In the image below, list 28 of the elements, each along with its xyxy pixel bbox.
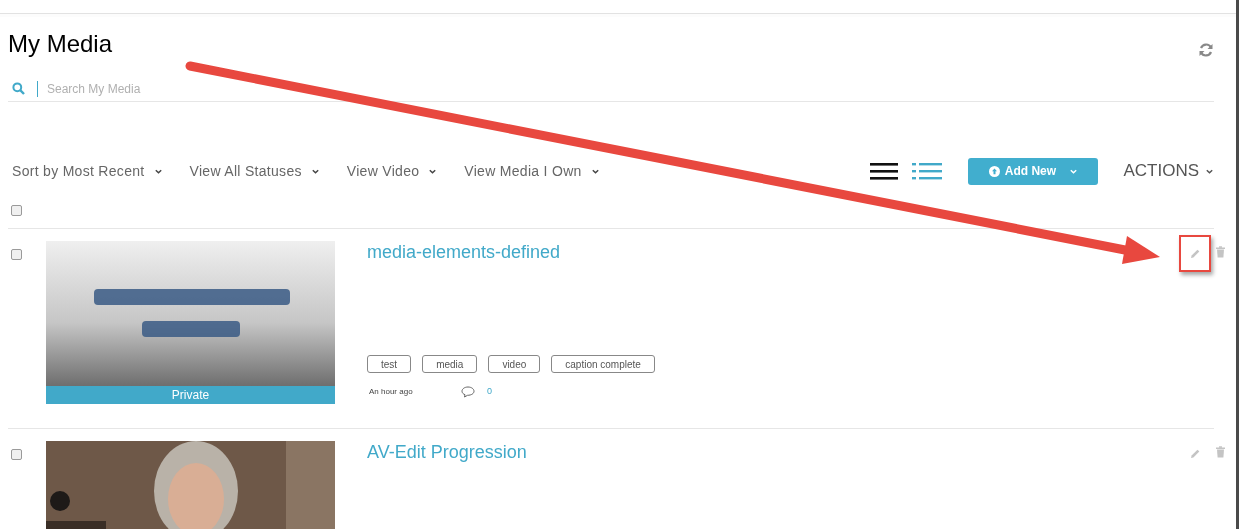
upload-icon xyxy=(988,165,1000,177)
checkbox[interactable] xyxy=(11,204,22,216)
search-icon xyxy=(12,82,25,95)
filter-dropdown[interactable]: View Video xyxy=(346,160,438,182)
pencil-icon xyxy=(1189,447,1201,460)
refresh-icon[interactable] xyxy=(1198,42,1214,58)
pencil-icon xyxy=(1189,247,1201,260)
comment-count: 0 xyxy=(487,385,492,398)
tag[interactable]: video xyxy=(488,355,541,373)
checkbox[interactable] xyxy=(11,249,22,260)
upload-time: An hour ago xyxy=(369,385,414,398)
edit-button[interactable] xyxy=(1179,235,1211,272)
actions-dropdown[interactable]: ACTIONS xyxy=(1123,158,1214,184)
page-title: My Media xyxy=(8,32,113,56)
search-field[interactable]: Search My Media xyxy=(47,79,447,98)
checkbox[interactable] xyxy=(11,449,22,460)
status-label: Private xyxy=(46,386,335,404)
tag[interactable]: media xyxy=(422,355,478,373)
filter-dropdown[interactable]: View All Statuses xyxy=(189,160,320,182)
filter-dropdown[interactable]: View Media I Own xyxy=(464,160,600,182)
tag[interactable]: test xyxy=(367,355,412,373)
compact-view-button[interactable] xyxy=(870,162,899,180)
trash-icon[interactable] xyxy=(1215,246,1226,258)
filter-dropdown[interactable]: Sort by Most Recent xyxy=(12,160,163,182)
tag[interactable]: caption complete xyxy=(551,355,655,373)
detailed-view-button[interactable] xyxy=(912,162,943,180)
comment-icon xyxy=(461,385,475,398)
trash-icon[interactable] xyxy=(1215,446,1226,458)
